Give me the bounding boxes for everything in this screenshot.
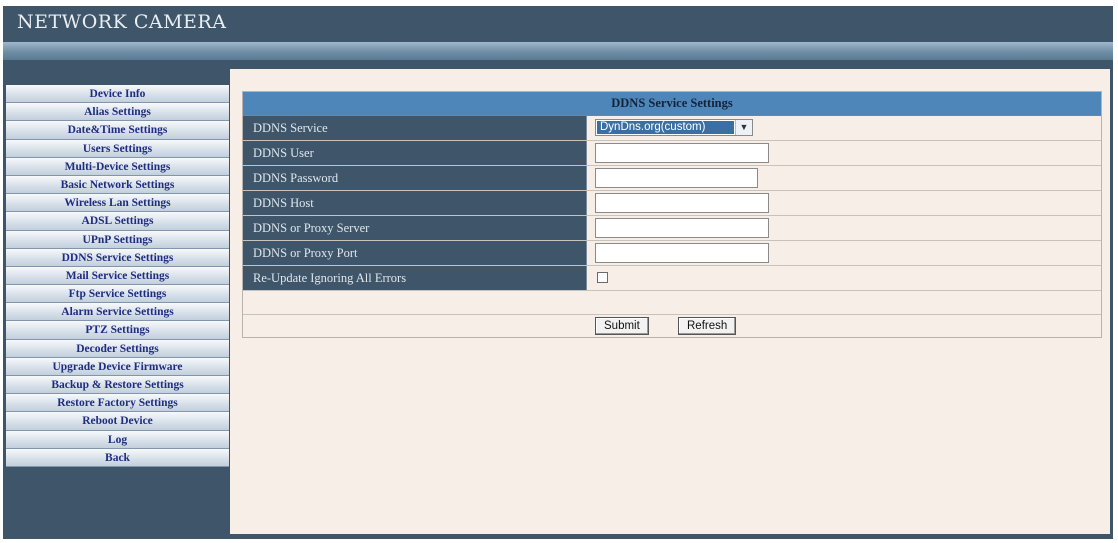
ddns-user-label: DDNS User [243,141,587,165]
ddns-service-select[interactable]: DynDns.org(custom) ▼ [595,119,753,136]
ddns-proxy-port-input[interactable] [595,243,769,263]
sidebar-item-upgrade-device-firmware[interactable]: Upgrade Device Firmware [6,357,229,376]
row-ddns-password: DDNS Password [243,166,1101,191]
ddns-settings-panel: DDNS Service Settings DDNS Service DynDn… [242,91,1102,338]
reupdate-label: Re-Update Ignoring All Errors [243,266,587,290]
header: NETWORK CAMERA [3,6,1113,42]
sidebar-menu: Device Info Alias Settings Date&Time Set… [6,85,229,467]
row-ddns-proxy-port: DDNS or Proxy Port [243,241,1101,266]
sidebar-item-users-settings[interactable]: Users Settings [6,139,229,158]
ddns-proxy-server-input[interactable] [595,218,769,238]
sidebar-item-log[interactable]: Log [6,430,229,449]
submit-button[interactable]: Submit [595,317,649,335]
row-ddns-service: DDNS Service DynDns.org(custom) ▼ [243,116,1101,141]
button-row: Submit Refresh [243,315,1101,337]
ddns-proxy-server-label: DDNS or Proxy Server [243,216,587,240]
sidebar-item-alarm-service-settings[interactable]: Alarm Service Settings [6,303,229,322]
ddns-proxy-port-label: DDNS or Proxy Port [243,241,587,265]
sidebar-item-decoder-settings[interactable]: Decoder Settings [6,339,229,358]
sidebar-item-upnp-settings[interactable]: UPnP Settings [6,230,229,249]
row-ddns-proxy-server: DDNS or Proxy Server [243,216,1101,241]
spacer-row [243,291,1101,315]
sidebar-item-alias-settings[interactable]: Alias Settings [6,103,229,122]
sidebar-item-reboot-device[interactable]: Reboot Device [6,412,229,431]
row-ddns-host: DDNS Host [243,191,1101,216]
ddns-service-selected-value: DynDns.org(custom) [597,121,734,134]
sidebar-item-ddns-service-settings[interactable]: DDNS Service Settings [6,248,229,267]
sidebar-item-ftp-service-settings[interactable]: Ftp Service Settings [6,285,229,304]
app-frame: NETWORK CAMERA Device Info Alias Setting… [3,6,1113,539]
sidebar-item-back[interactable]: Back [6,448,229,467]
row-reupdate: Re-Update Ignoring All Errors [243,266,1101,291]
chevron-down-icon[interactable]: ▼ [735,120,752,135]
ddns-password-label: DDNS Password [243,166,587,190]
panel-title: DDNS Service Settings [243,92,1101,116]
main-content: DDNS Service Settings DDNS Service DynDn… [230,69,1110,534]
sidebar-item-ptz-settings[interactable]: PTZ Settings [6,321,229,340]
sidebar-item-adsl-settings[interactable]: ADSL Settings [6,212,229,231]
reupdate-checkbox[interactable] [597,272,608,283]
top-bar [3,42,1113,60]
sidebar-item-backup-restore-settings[interactable]: Backup & Restore Settings [6,376,229,395]
app-title: NETWORK CAMERA [17,11,227,33]
ddns-password-input[interactable] [595,168,758,188]
ddns-host-label: DDNS Host [243,191,587,215]
ddns-user-input[interactable] [595,143,769,163]
row-ddns-user: DDNS User [243,141,1101,166]
sidebar-item-datetime-settings[interactable]: Date&Time Settings [6,121,229,140]
ddns-service-label: DDNS Service [243,116,587,140]
ddns-host-input[interactable] [595,193,769,213]
sidebar-item-device-info[interactable]: Device Info [6,85,229,104]
sidebar-item-basic-network-settings[interactable]: Basic Network Settings [6,175,229,195]
sidebar-item-mail-service-settings[interactable]: Mail Service Settings [6,266,229,286]
sidebar-item-restore-factory-settings[interactable]: Restore Factory Settings [6,394,229,413]
refresh-button[interactable]: Refresh [678,317,737,335]
sidebar-item-multi-device-settings[interactable]: Multi-Device Settings [6,157,229,176]
sidebar-item-wireless-lan-settings[interactable]: Wireless Lan Settings [6,194,229,213]
